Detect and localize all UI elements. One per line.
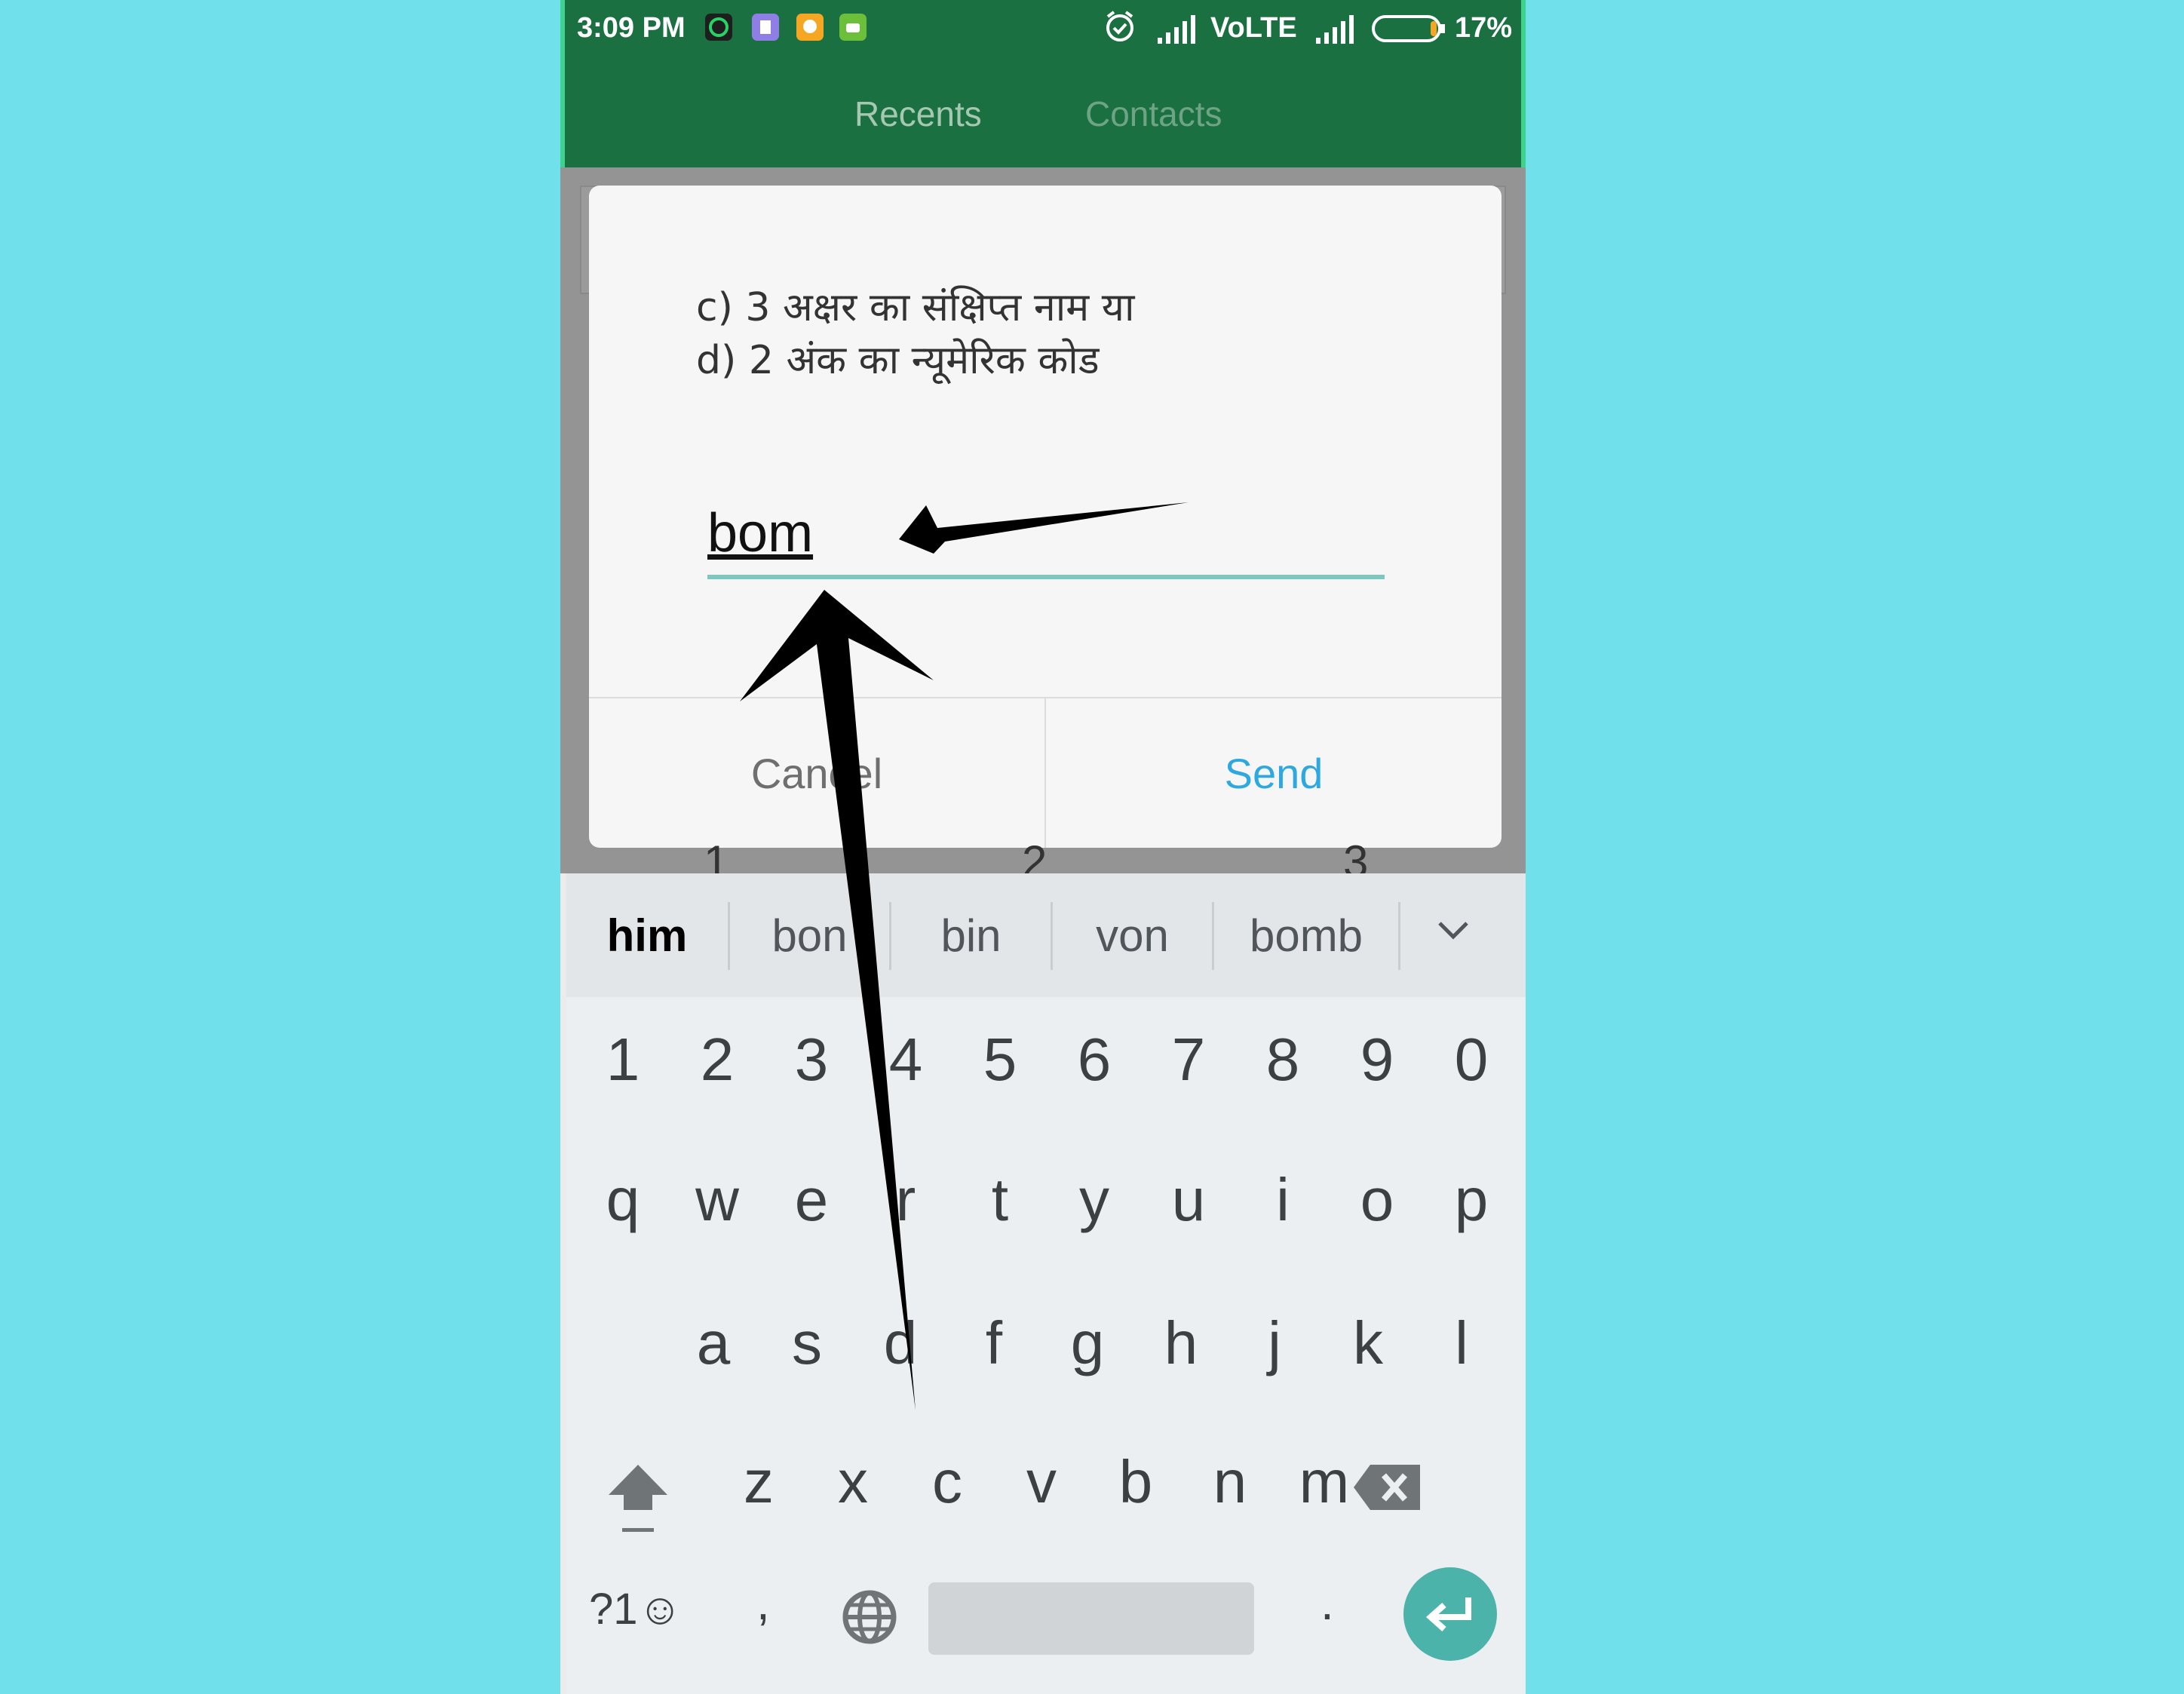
number-key[interactable]: 7 [1141,1003,1236,1116]
letter-key[interactable]: h [1133,1287,1228,1400]
space-bar[interactable] [928,1582,1254,1655]
code-input[interactable]: bom [707,502,813,564]
backspace-key[interactable] [1351,1457,1426,1521]
chevron-down-icon[interactable] [1435,916,1471,950]
globe-icon[interactable] [841,1588,898,1650]
whatsapp-icon [705,14,732,41]
letter-key[interactable]: t [952,1143,1048,1257]
letter-key[interactable]: z [711,1425,806,1539]
input-underline [707,575,1385,579]
suggestion-item[interactable]: von [1053,873,1212,997]
letter-key[interactable]: v [994,1425,1089,1539]
number-key[interactable]: 2 [670,1003,765,1116]
suggestion-item[interactable]: bon [730,873,889,997]
keyboard: him bon bin von bomb 1234567890 qwertyui… [566,873,1526,1694]
letter-key[interactable]: s [759,1287,854,1400]
letter-key[interactable]: y [1047,1143,1142,1257]
letter-key[interactable]: b [1088,1425,1183,1539]
notes-icon [752,14,779,41]
letter-key[interactable]: r [858,1143,953,1257]
letter-key[interactable]: a [666,1287,761,1400]
cancel-button[interactable]: Cancel [589,698,1044,848]
number-key[interactable]: 5 [952,1003,1048,1116]
shift-key[interactable] [604,1456,672,1542]
enter-icon [1425,1597,1471,1631]
phone-screen: 3:09 PM VoLTE 17% Recents Contacts c) 3 … [560,0,1526,1694]
letter-key[interactable]: k [1321,1287,1416,1400]
letter-key[interactable]: n [1182,1425,1278,1539]
suggestion-item[interactable]: him [566,873,728,997]
number-key[interactable]: 6 [1047,1003,1142,1116]
suggestion-divider [1398,902,1400,970]
letter-key[interactable]: e [764,1143,859,1257]
signal-icon [1156,12,1200,49]
letter-key[interactable]: g [1040,1287,1135,1400]
dialog-message-d: d) 2 अंक का न्यूमेरिक कोड [696,338,1100,383]
battery-level: 17% [1455,12,1513,44]
number-key[interactable]: 3 [764,1003,859,1116]
letter-key[interactable]: j [1227,1287,1322,1400]
suggestion-item[interactable]: bin [891,873,1051,997]
number-key[interactable]: 8 [1235,1003,1330,1116]
tab-recents[interactable]: Recents [854,94,982,134]
app-bar: 3:09 PM VoLTE 17% Recents Contacts [560,0,1526,167]
letter-key[interactable]: i [1235,1143,1330,1257]
signal-icon [1314,12,1358,49]
comma-key[interactable]: , [756,1575,770,1631]
number-key[interactable]: 0 [1424,1003,1519,1116]
number-key[interactable]: 9 [1330,1003,1425,1116]
number-key[interactable]: 1 [575,1003,670,1116]
suggestion-strip: him bon bin von bomb [566,873,1526,997]
letter-key[interactable]: d [853,1287,948,1400]
send-button[interactable]: Send [1046,698,1502,848]
enter-key[interactable] [1403,1567,1497,1661]
letter-key[interactable]: w [670,1143,765,1257]
chat-icon [796,14,824,41]
alarm-icon [1102,9,1138,49]
app-bar-edge [1521,0,1526,167]
status-time: 3:09 PM [577,12,686,44]
letter-key[interactable]: l [1414,1287,1509,1400]
tab-contacts[interactable]: Contacts [1085,94,1222,134]
letter-key[interactable]: p [1424,1143,1519,1257]
dialog-message-c: c) 3 अक्षर का संक्षिप्त नाम या [696,285,1135,330]
number-key[interactable]: 4 [858,1003,953,1116]
letter-key[interactable]: u [1141,1143,1236,1257]
route-code-dialog: c) 3 अक्षर का संक्षिप्त नाम या d) 2 अंक … [589,186,1502,848]
letter-key[interactable]: c [900,1425,995,1539]
suggestion-item[interactable]: bomb [1214,873,1398,997]
app-bar-edge [560,0,565,167]
letter-key[interactable]: q [575,1143,670,1257]
battery-icon [1372,14,1447,48]
symbols-key[interactable]: ?1☺ [589,1584,682,1634]
letter-key[interactable]: x [805,1425,900,1539]
network-label: VoLTE [1210,12,1297,44]
android-icon [839,14,867,41]
letter-key[interactable]: o [1330,1143,1425,1257]
period-key[interactable]: . [1321,1575,1334,1631]
letter-key[interactable]: f [946,1287,1041,1400]
